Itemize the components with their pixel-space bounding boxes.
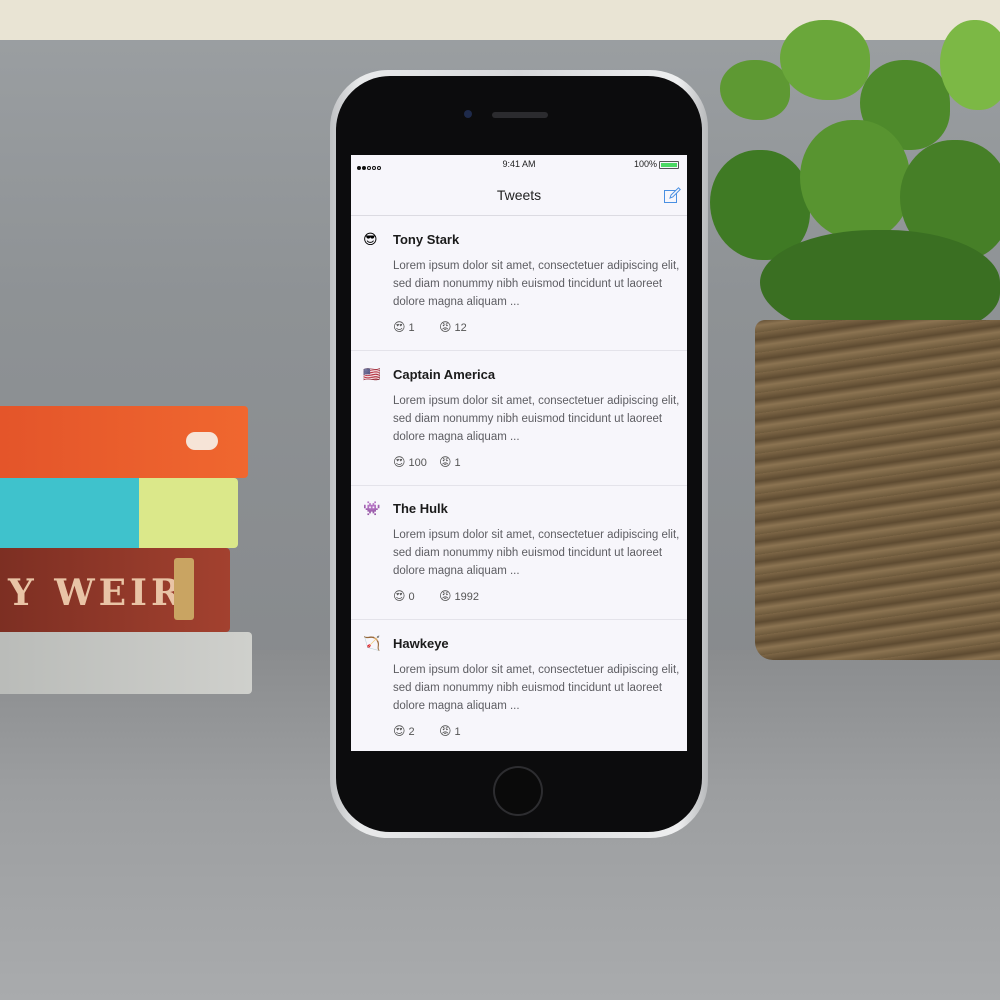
- angry-count: 1: [454, 726, 461, 738]
- angry-count: 1: [454, 457, 461, 469]
- book-red: Y WEIR: [0, 548, 230, 632]
- battery-percentage: 100%: [633, 159, 657, 169]
- love-count: 2: [408, 726, 415, 738]
- love-count: 0: [408, 591, 415, 603]
- front-camera: [464, 110, 472, 118]
- angry-count: 1992: [454, 591, 479, 603]
- tweet-author: Captain America: [393, 367, 496, 382]
- alien-monster-emoji-icon: 👾: [363, 500, 381, 516]
- angry-face-emoji-icon: 😡: [439, 320, 452, 334]
- love-reaction-button[interactable]: 😍 2: [393, 724, 415, 738]
- heart-eyes-emoji-icon: 😍: [393, 455, 406, 469]
- app-screen: 9:41 AM 100% Tweets 😎 Tony Stark Lorem i…: [351, 155, 687, 751]
- angry-reaction-button[interactable]: 😡 1: [439, 724, 461, 738]
- book-orange: [0, 406, 248, 478]
- book-grey: [0, 632, 252, 694]
- tweet-author: The Hulk: [393, 501, 448, 516]
- battery-icon: [659, 161, 679, 169]
- heart-eyes-emoji-icon: 😍: [393, 320, 406, 334]
- sunglasses-emoji-icon: 😎: [363, 231, 378, 247]
- tweet-body: Lorem ipsum dolor sit amet, consectetuer…: [393, 395, 680, 443]
- angry-reaction-button[interactable]: 😡 12: [439, 320, 467, 334]
- tweet-item[interactable]: 😎 Tony Stark Lorem ipsum dolor sit amet,…: [351, 216, 687, 351]
- heart-eyes-emoji-icon: 😍: [393, 589, 406, 603]
- tweet-body: Lorem ipsum dolor sit amet, consectetuer…: [393, 664, 680, 712]
- home-button[interactable]: [493, 766, 543, 816]
- tweet-author: Tony Stark: [393, 232, 460, 247]
- compose-icon[interactable]: [663, 187, 681, 205]
- love-reaction-button[interactable]: 😍 1: [393, 320, 415, 334]
- us-flag-emoji-icon: 🇺🇸: [363, 366, 381, 382]
- plant-basket: [755, 320, 1000, 660]
- book-teal: [0, 478, 238, 548]
- tweet-body: Lorem ipsum dolor sit amet, consectetuer…: [393, 260, 680, 308]
- tweet-item[interactable]: 🏹 Hawkeye Lorem ipsum dolor sit amet, co…: [351, 620, 687, 751]
- navigation-bar: Tweets: [351, 175, 687, 216]
- tweet-body: Lorem ipsum dolor sit amet, consectetuer…: [393, 529, 680, 577]
- angry-face-emoji-icon: 😡: [439, 724, 452, 738]
- page-title: Tweets: [496, 187, 542, 203]
- love-reaction-button[interactable]: 😍 100: [393, 455, 427, 469]
- love-reaction-button[interactable]: 😍 0: [393, 589, 415, 603]
- bow-and-arrow-emoji-icon: 🏹: [363, 635, 381, 651]
- book-stack: Y WEIR: [0, 400, 260, 700]
- status-bar: 9:41 AM 100%: [351, 155, 687, 175]
- tweet-item[interactable]: 👾 The Hulk Lorem ipsum dolor sit amet, c…: [351, 485, 687, 620]
- tweet-item[interactable]: 🇺🇸 Captain America Lorem ipsum dolor sit…: [351, 351, 687, 486]
- angry-face-emoji-icon: 😡: [439, 455, 452, 469]
- tweet-author: Hawkeye: [393, 636, 449, 651]
- heart-eyes-emoji-icon: 😍: [393, 724, 406, 738]
- plant: [700, 0, 1000, 350]
- phone-earpiece: [492, 112, 548, 118]
- love-count: 1: [408, 322, 415, 334]
- love-count: 100: [408, 457, 427, 469]
- angry-reaction-button[interactable]: 😡 1: [439, 455, 461, 469]
- angry-reaction-button[interactable]: 😡 1992: [439, 589, 479, 603]
- angry-face-emoji-icon: 😡: [439, 589, 452, 603]
- angry-count: 12: [454, 322, 467, 334]
